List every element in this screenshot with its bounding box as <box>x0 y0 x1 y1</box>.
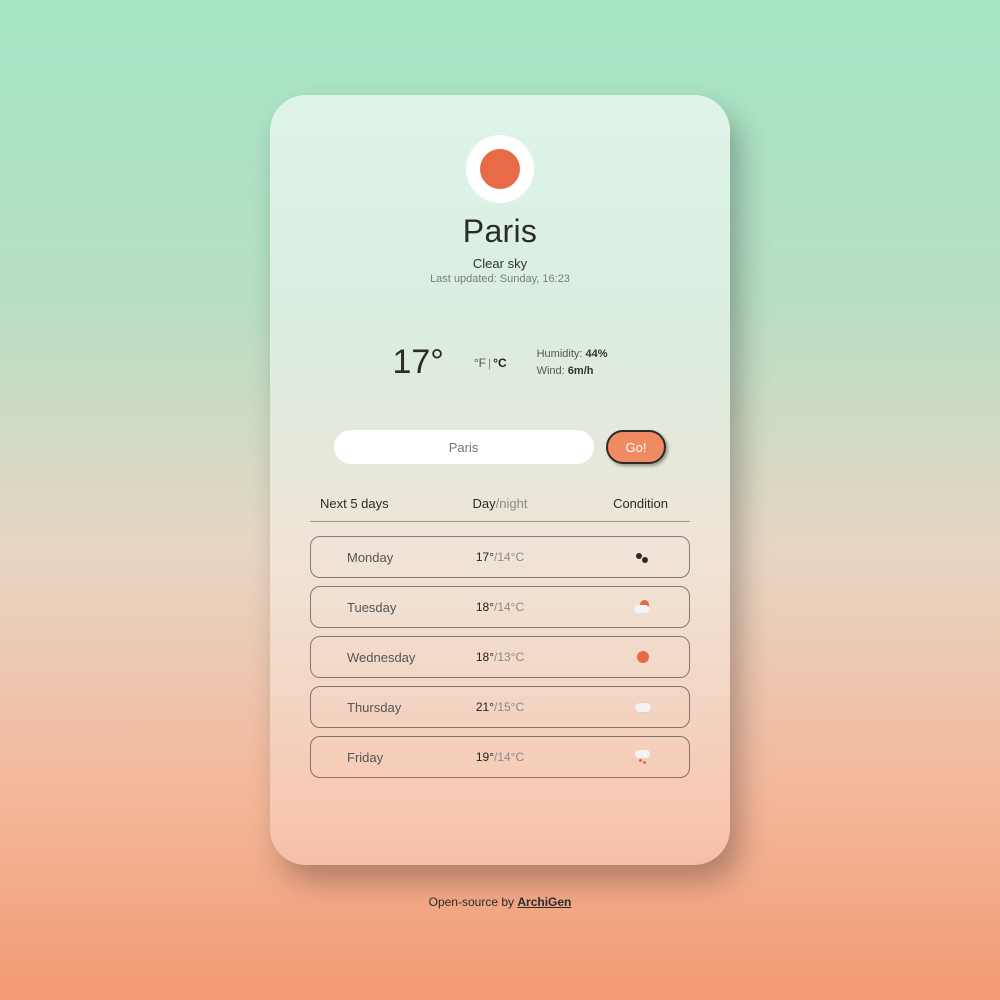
forecast-row: Thursday21°/15°C <box>310 686 690 728</box>
current-stats: Humidity: 44% Wind: 6m/h <box>537 346 608 379</box>
forecast-condition <box>557 650 671 664</box>
col-days: Next 5 days <box>320 496 440 511</box>
weather-card: Paris Clear sky Last updated: Sunday, 16… <box>270 95 730 865</box>
sun-icon <box>466 135 534 203</box>
forecast-row: Wednesday18°/13°C <box>310 636 690 678</box>
current-temp: 17° <box>392 343 443 382</box>
wind-value: 6m/h <box>568 365 594 377</box>
footer: Open-source by ArchiGen <box>429 895 572 909</box>
forecast-row: Monday17°/14°C <box>310 536 690 578</box>
col-night-part: night <box>499 496 527 511</box>
humidity-value: 44% <box>586 348 608 360</box>
updated-label: Last updated: <box>430 273 500 285</box>
forecast-temp: 18°/14°C <box>443 600 557 614</box>
current-summary: 17° °F|°C Humidity: 44% Wind: 6m/h <box>302 343 698 382</box>
updated-value: Sunday, 16:23 <box>500 273 570 285</box>
forecast-header: Next 5 days Day/night Condition <box>310 488 690 522</box>
partly-icon <box>633 600 651 614</box>
forecast-temp: 17°/14°C <box>443 550 557 564</box>
dark-icon <box>633 550 651 564</box>
sun-disc-icon <box>480 149 520 189</box>
sunny-icon <box>633 650 651 664</box>
forecast-row: Friday19°/14°C <box>310 736 690 778</box>
forecast-day: Tuesday <box>329 600 443 615</box>
cloud-icon <box>633 700 651 714</box>
col-daynight: Day/night <box>440 496 560 511</box>
forecast-day: Thursday <box>329 700 443 715</box>
city-search-input[interactable] <box>334 430 594 464</box>
humidity-label: Humidity: <box>537 348 586 360</box>
forecast-rows: Monday17°/14°CTuesday18°/14°CWednesday18… <box>310 536 690 778</box>
forecast-condition <box>557 600 671 614</box>
forecast-temp: 19°/14°C <box>443 750 557 764</box>
rain-icon <box>633 750 651 764</box>
forecast-day: Friday <box>329 750 443 765</box>
forecast-condition <box>557 550 671 564</box>
footer-text: Open-source by <box>429 895 514 909</box>
forecast-temp: 18°/13°C <box>443 650 557 664</box>
forecast-row: Tuesday18°/14°C <box>310 586 690 628</box>
forecast-day: Wednesday <box>329 650 443 665</box>
unit-fahrenheit[interactable]: °F <box>474 356 486 370</box>
humidity-row: Humidity: 44% <box>537 346 608 363</box>
city-name: Paris <box>463 213 537 250</box>
wind-row: Wind: 6m/h <box>537 363 608 380</box>
forecast-day: Monday <box>329 550 443 565</box>
col-day-part: Day <box>473 496 496 511</box>
unit-celsius[interactable]: °C <box>493 356 506 370</box>
forecast-condition <box>557 750 671 764</box>
last-updated: Last updated: Sunday, 16:23 <box>430 273 570 285</box>
forecast-condition <box>557 700 671 714</box>
condition-text: Clear sky <box>473 256 527 271</box>
search-row: Go! <box>334 430 667 464</box>
wind-label: Wind: <box>537 365 568 377</box>
col-condition: Condition <box>560 496 680 511</box>
forecast-temp: 21°/15°C <box>443 700 557 714</box>
footer-link[interactable]: ArchiGen <box>517 895 571 909</box>
unit-toggle: °F|°C <box>474 356 507 370</box>
go-button[interactable]: Go! <box>606 430 667 464</box>
